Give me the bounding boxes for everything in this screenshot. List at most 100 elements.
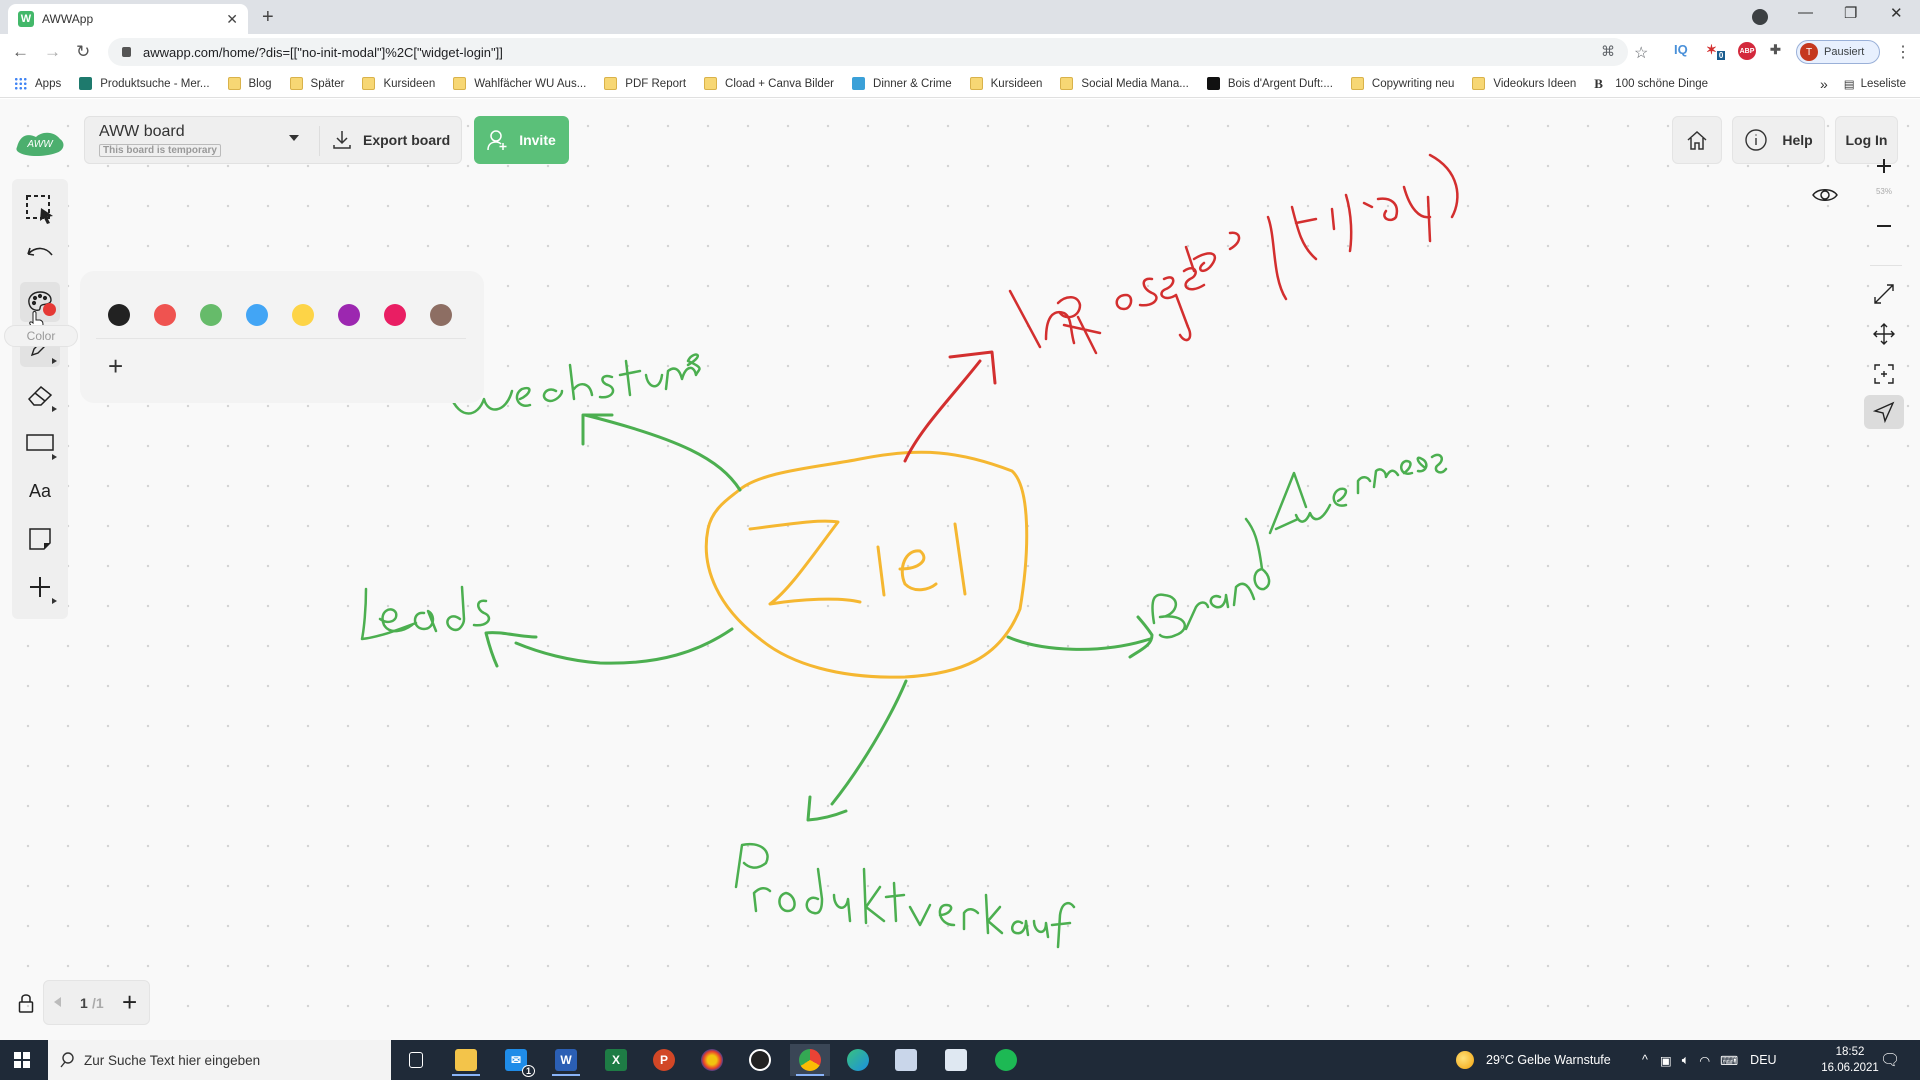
taskbar-app-excel[interactable]: X [596, 1044, 636, 1076]
bookmarks-overflow-button[interactable]: » [1820, 76, 1828, 92]
adblock-icon[interactable]: ABP [1738, 42, 1756, 60]
shape-tool[interactable] [20, 423, 60, 463]
taskbar-app-12[interactable] [936, 1044, 976, 1076]
bookmark-item[interactable]: Dinner & Crime [852, 77, 952, 90]
taskbar-app-file-explorer[interactable] [446, 1044, 486, 1076]
bookmark-apps[interactable]: Apps [14, 77, 61, 90]
taskbar-search-input[interactable]: Zur Suche Text hier eingeben [48, 1040, 391, 1080]
page-navigator: 1 /1 + [43, 980, 150, 1025]
zoom-out-button[interactable] [1864, 209, 1904, 243]
bookmark-item[interactable]: Social Media Mana... [1060, 77, 1189, 90]
taskbar-app-edge[interactable] [838, 1044, 878, 1076]
laser-pointer-button[interactable] [1864, 395, 1904, 429]
browser-tab[interactable]: W AWWApp ✕ [8, 4, 248, 34]
board-selector[interactable]: AWW board This board is temporary Export… [84, 116, 462, 164]
bookmark-item[interactable]: Blog [227, 77, 272, 90]
folder-icon [455, 1049, 477, 1071]
whiteboard-canvas[interactable]: AWW AWW board This board is temporary Ex… [0, 99, 1920, 1040]
bookmark-item[interactable]: Kursideen [969, 77, 1042, 90]
iq-extension-icon[interactable]: IQ [1674, 42, 1688, 57]
new-tab-button[interactable]: + [262, 6, 274, 29]
color-swatch-green[interactable] [200, 304, 222, 326]
back-button[interactable]: ← [12, 42, 29, 62]
color-swatch-blue[interactable] [246, 304, 268, 326]
close-tab-icon[interactable]: ✕ [226, 11, 238, 28]
close-window-button[interactable]: ✕ [1890, 4, 1903, 22]
camera-icon[interactable]: ▣ [1660, 1053, 1672, 1068]
bookmark-item[interactable]: Bois d'Argent Duft:... [1206, 77, 1333, 90]
bookmark-item[interactable]: Copywriting neu [1350, 77, 1454, 90]
forward-button[interactable]: → [44, 42, 61, 62]
taskbar-app-chrome[interactable] [790, 1044, 830, 1076]
pan-button[interactable] [1864, 317, 1904, 351]
clock[interactable]: 18:52 16.06.2021 [1820, 1044, 1880, 1076]
color-swatch-purple[interactable] [338, 304, 360, 326]
reading-list-button[interactable]: Leseliste [1861, 78, 1906, 90]
help-button[interactable]: Help [1732, 116, 1825, 164]
reload-button[interactable]: ↻ [76, 42, 90, 62]
bookmark-item[interactable]: B 100 schöne Dinge [1594, 77, 1708, 90]
bookmark-item[interactable]: Wahlfächer WU Aus... [453, 77, 586, 90]
taskbar-app-mail[interactable]: ✉ 1 [496, 1044, 536, 1077]
aww-logo[interactable]: AWW [14, 127, 66, 157]
sticky-note-tool[interactable] [20, 519, 60, 559]
fit-to-screen-button[interactable] [1864, 357, 1904, 391]
eraser-tool[interactable] [20, 375, 60, 415]
zoom-in-button[interactable] [1864, 149, 1904, 183]
previous-page-button[interactable] [54, 997, 61, 1007]
taskbar-app-spotify[interactable] [986, 1044, 1026, 1076]
extensions-puzzle-icon[interactable]: ✚ [1770, 42, 1781, 58]
chevron-down-icon[interactable] [289, 135, 299, 141]
bookmark-item[interactable]: Produktsuche - Mer... [79, 77, 210, 90]
text-tool[interactable]: Aa [20, 471, 60, 511]
wifi-icon[interactable]: ◠ [1699, 1053, 1710, 1068]
language-indicator[interactable]: DEU [1750, 1053, 1776, 1067]
extension-icon[interactable]: ✶ 0 [1706, 42, 1726, 60]
color-swatch-red[interactable] [154, 304, 176, 326]
color-swatch-black[interactable] [108, 304, 130, 326]
task-view-button[interactable] [396, 1044, 436, 1076]
restore-button[interactable]: ❐ [1844, 4, 1857, 22]
add-page-button[interactable]: + [122, 987, 137, 1018]
notifications-icon[interactable]: 🗨︎ [1880, 1050, 1900, 1070]
minimize-button[interactable]: — [1798, 4, 1813, 21]
bookmark-star-icon[interactable]: ☆ [1634, 43, 1648, 63]
board-name[interactable]: AWW board [99, 123, 185, 141]
windows-start-button[interactable] [14, 1052, 30, 1068]
chrome-menu-icon[interactable]: ⋮ [1895, 42, 1911, 62]
taskbar-app-obs[interactable] [740, 1044, 780, 1076]
bookmark-item[interactable]: Später [289, 77, 344, 90]
bookmark-item[interactable]: PDF Report [604, 77, 686, 90]
translate-icon[interactable]: ⌘ [1601, 43, 1615, 60]
address-bar[interactable]: awwapp.com/home/?dis=[["no-init-modal"]%… [108, 38, 1628, 66]
invite-button[interactable]: Invite [474, 116, 569, 164]
keyboard-icon[interactable]: ⌨ [1720, 1053, 1738, 1068]
folder-icon [362, 77, 376, 90]
eye-icon[interactable] [1812, 187, 1838, 203]
label-wachstum [448, 353, 701, 415]
tab-search-icon[interactable] [1752, 9, 1768, 25]
export-board-button[interactable]: Export board [333, 117, 450, 163]
bookmark-item[interactable]: Videokurs Ideen [1472, 77, 1576, 90]
color-swatch-brown[interactable] [430, 304, 452, 326]
show-hidden-icons-button[interactable]: ^ [1642, 1053, 1648, 1067]
bookmark-item[interactable]: Kursideen [362, 77, 435, 90]
undo-button[interactable] [20, 235, 60, 275]
taskbar-app-powerpoint[interactable]: P [644, 1044, 684, 1076]
taskbar-app-6[interactable] [692, 1044, 732, 1076]
lock-icon[interactable] [18, 993, 34, 1013]
color-swatch-pink[interactable] [384, 304, 406, 326]
folder-icon [289, 77, 303, 90]
fullscreen-button[interactable] [1864, 277, 1904, 311]
volume-icon[interactable]: 🔈︎ [1682, 1053, 1690, 1068]
bookmark-item[interactable]: Cload + Canva Bilder [704, 77, 834, 90]
taskbar-app-word[interactable]: W [546, 1044, 586, 1076]
add-custom-color-button[interactable]: + [108, 351, 123, 382]
weather-widget[interactable]: 29°C Gelbe Warnstufe [1456, 1040, 1611, 1080]
profile-button[interactable]: T Pausiert [1796, 40, 1880, 64]
select-tool[interactable] [20, 189, 60, 229]
taskbar-app-11[interactable] [886, 1044, 926, 1076]
color-swatch-yellow[interactable] [292, 304, 314, 326]
add-tool[interactable] [20, 567, 60, 607]
home-button[interactable] [1672, 116, 1722, 164]
